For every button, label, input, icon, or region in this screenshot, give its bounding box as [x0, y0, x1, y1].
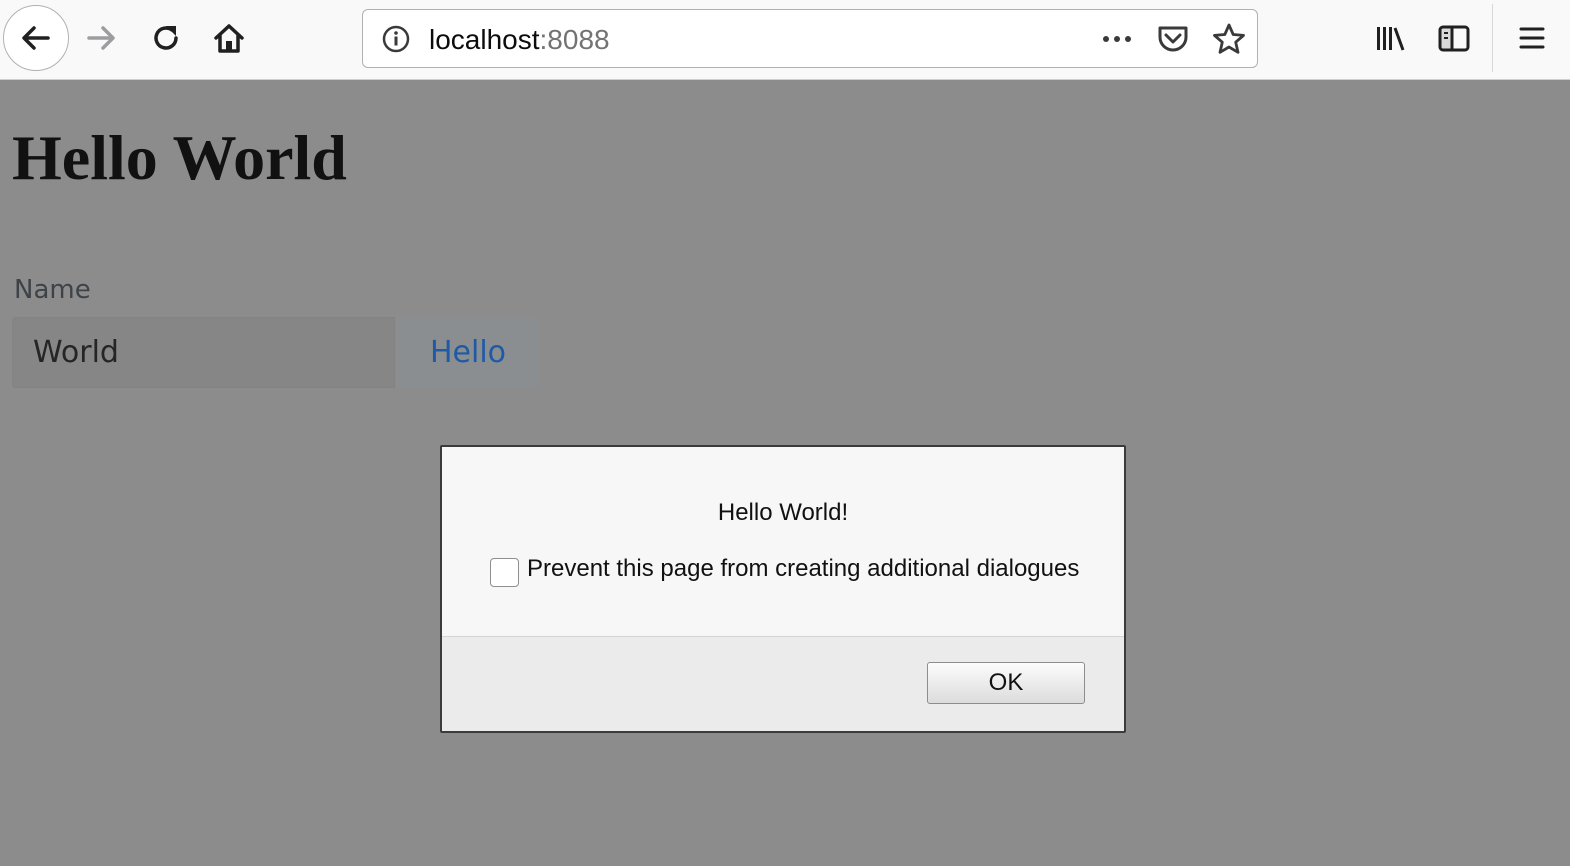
home-icon	[214, 24, 244, 53]
page-heading: Hello World	[12, 122, 347, 193]
back-button[interactable]	[3, 5, 69, 71]
pocket-icon[interactable]	[1155, 22, 1191, 56]
url-port: :8088	[539, 24, 610, 55]
reload-icon	[154, 26, 178, 50]
toolbar-separator	[1492, 4, 1493, 72]
dialog-message: Hello World!	[717, 499, 849, 526]
sidebar-button[interactable]	[1432, 14, 1476, 62]
menu-button[interactable]	[1510, 14, 1554, 62]
prevent-dialogs-checkbox[interactable]	[490, 558, 519, 587]
browser-toolbar: localhost:8088	[0, 0, 1570, 80]
url-text: localhost:8088	[429, 24, 610, 56]
library-button[interactable]	[1368, 14, 1412, 62]
name-input[interactable]: World	[12, 317, 395, 388]
dialog-footer: OK	[442, 636, 1124, 731]
back-arrow-icon	[22, 26, 50, 50]
home-button[interactable]	[207, 14, 251, 62]
star-icon[interactable]	[1211, 22, 1247, 56]
hamburger-menu-icon	[1519, 27, 1545, 49]
name-label: Name	[14, 275, 91, 305]
more-dots-icon[interactable]	[1099, 24, 1135, 54]
url-host: localhost	[429, 24, 540, 55]
reload-button[interactable]	[144, 14, 188, 62]
url-bar[interactable]: localhost:8088	[362, 9, 1258, 68]
forward-arrow-icon	[87, 26, 115, 50]
info-icon[interactable]	[381, 24, 411, 54]
library-icon	[1377, 27, 1405, 51]
sidebar-icon	[1438, 25, 1470, 52]
hello-button[interactable]: Hello	[397, 317, 539, 388]
ok-button[interactable]: OK	[927, 662, 1085, 704]
forward-button[interactable]	[80, 14, 124, 62]
prevent-dialogs-label[interactable]: Prevent this page from creating addition…	[527, 555, 1079, 583]
alert-dialog: Hello World! Prevent this page from crea…	[440, 445, 1126, 733]
